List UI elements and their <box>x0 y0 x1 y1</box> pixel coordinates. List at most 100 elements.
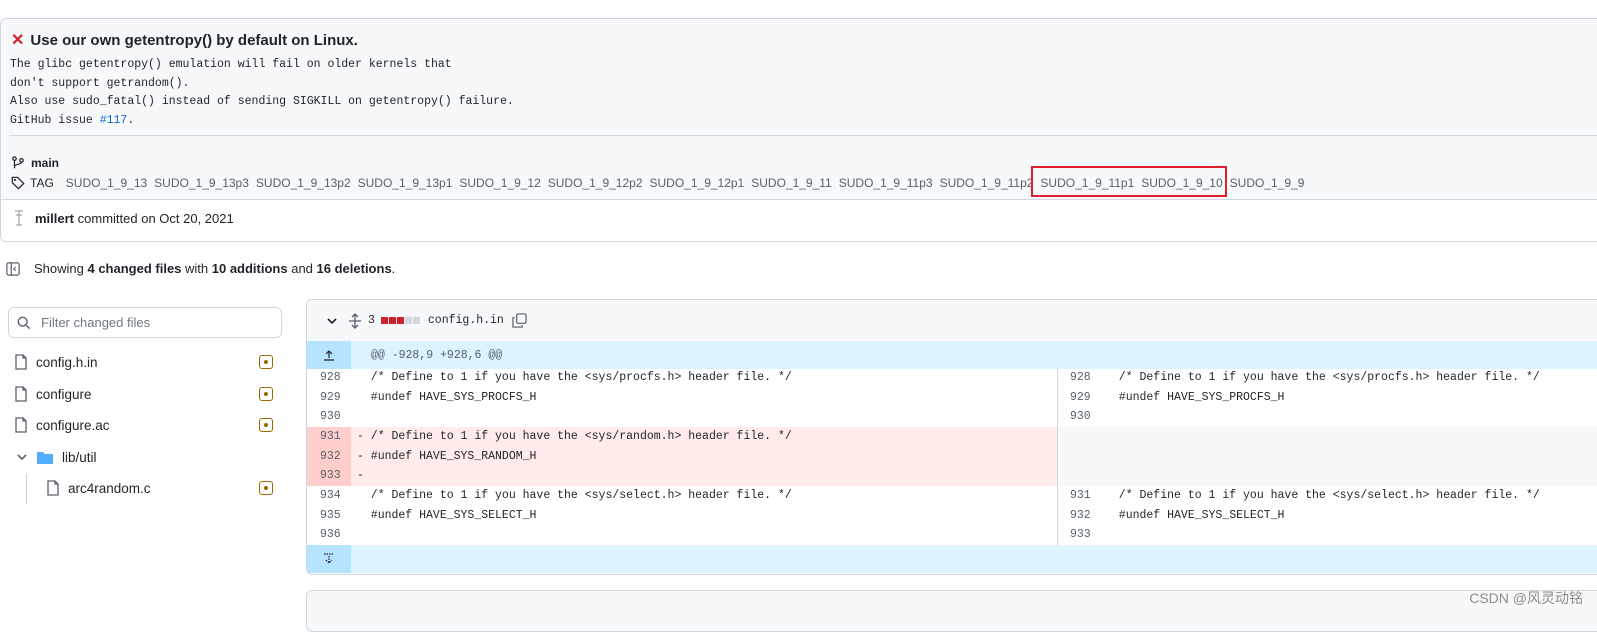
change-count: 3 <box>368 314 375 327</box>
right-line-number[interactable]: 928 <box>1070 368 1104 388</box>
branch-name[interactable]: main <box>31 156 59 170</box>
commit-header: ✕ Use our own getentropy() by default on… <box>1 19 1597 200</box>
message-line: Also use sudo_fatal() instead of sending… <box>10 95 514 109</box>
copy-icon[interactable] <box>512 313 527 328</box>
tag-link[interactable]: SUDO_1_9_13p3 <box>154 176 249 190</box>
hunk-footer-row <box>307 545 1597 573</box>
left-code: #undef HAVE_SYS_PROCFS_H <box>357 390 537 404</box>
avatar[interactable] <box>11 209 27 227</box>
tree-item-label: arc4random.c <box>68 480 151 496</box>
diff-row: 936 933 <box>307 525 1597 545</box>
message-line: don't support getrandom(). <box>10 76 190 90</box>
left-line-number[interactable]: 936 <box>320 525 354 545</box>
message-line: The glibc getentropy() emulation will fa… <box>10 58 452 71</box>
tree-indent-guide <box>26 474 27 504</box>
right-code: /* Define to 1 if you have the <sys/sele… <box>1105 489 1540 502</box>
right-line-number[interactable]: 930 <box>1070 407 1104 427</box>
right-code: #undef HAVE_SYS_PROCFS_H <box>1105 390 1285 404</box>
left-line-number[interactable]: 931 <box>320 427 354 447</box>
diffstat-block <box>396 317 404 324</box>
tag-link[interactable]: SUDO_1_9_11 <box>751 176 832 190</box>
left-line-number[interactable]: 934 <box>320 486 354 506</box>
right-line-number[interactable]: 932 <box>1070 506 1104 526</box>
commit-title: Use our own getentropy() by default on L… <box>30 31 358 49</box>
folder-icon <box>37 451 53 464</box>
left-line-number[interactable]: 933 <box>320 466 354 486</box>
left-line-number[interactable]: 930 <box>320 407 354 427</box>
commit-box: ✕ Use our own getentropy() by default on… <box>0 18 1597 242</box>
expand-up-button[interactable] <box>307 341 351 369</box>
tree-item-configure-ac[interactable]: configure.ac <box>14 415 110 435</box>
search-icon <box>17 316 31 329</box>
changed-files-count: 4 changed files <box>87 261 182 276</box>
deletions-count: 16 deletions <box>316 261 392 276</box>
diff-row: 928 /* Define to 1 if you have the <sys/… <box>307 368 1597 388</box>
diff-summary: Showing 4 changed files with 10 addition… <box>6 261 395 276</box>
expand-all-icon[interactable] <box>348 312 362 329</box>
tree-item-config-h-in[interactable]: config.h.in <box>14 352 98 372</box>
file-icon <box>15 386 27 402</box>
tree-item-arc4random-c[interactable]: arc4random.c <box>46 478 151 498</box>
diffstat-block <box>380 317 388 324</box>
hunk-header: @@ -928,9 +928,6 @@ <box>371 348 503 362</box>
file-modified-icon <box>259 387 273 401</box>
diff-row: 929 #undef HAVE_SYS_PROCFS_H 929 #undef … <box>307 388 1597 408</box>
left-code: /* Define to 1 if you have the <sys/sele… <box>357 489 792 502</box>
commit-message: The glibc getentropy() emulation will fa… <box>10 56 514 131</box>
tag-link[interactable]: SUDO_1_9_13p2 <box>256 176 351 190</box>
diff-row: 930 930 <box>307 407 1597 427</box>
diff-row-deleted: 932 - #undef HAVE_SYS_RANDOM_H <box>307 447 1597 467</box>
left-code: - /* Define to 1 if you have the <sys/ra… <box>357 430 792 443</box>
divider <box>9 135 1597 136</box>
author-name[interactable]: millert <box>35 211 74 226</box>
failed-status-icon[interactable]: ✕ <box>11 33 24 49</box>
expand-down-button[interactable] <box>307 545 351 573</box>
tree-item-configure[interactable]: configure <box>14 384 92 404</box>
hunk-header-row: @@ -928,9 +928,6 @@ <box>307 341 1597 369</box>
tag-link[interactable]: SUDO_1_9_12 <box>459 176 540 190</box>
tag-link[interactable]: SUDO_1_9_13p1 <box>358 176 453 190</box>
summary-prefix: Showing <box>34 261 88 276</box>
issue-link[interactable]: #117 <box>100 114 128 127</box>
diff-file-name[interactable]: config.h.in <box>428 314 504 327</box>
diffstat <box>380 317 420 324</box>
tag-link[interactable]: SUDO_1_9_12p1 <box>650 176 745 190</box>
right-line-number[interactable]: 929 <box>1070 388 1104 408</box>
right-line-number[interactable]: 933 <box>1070 525 1104 545</box>
filter-box[interactable] <box>8 307 282 338</box>
diffstat-block <box>404 317 412 324</box>
left-code: - <box>357 469 364 483</box>
collapse-chevron-icon[interactable] <box>326 315 338 327</box>
sidebar-toggle-icon[interactable] <box>6 261 20 276</box>
diff-row: 935 #undef HAVE_SYS_SELECT_H 932 #undef … <box>307 506 1597 526</box>
diffstat-block <box>412 317 420 324</box>
diff-row: 934 /* Define to 1 if you have the <sys/… <box>307 486 1597 506</box>
tag-link[interactable]: SUDO_1_9_13 <box>66 176 147 190</box>
left-code: /* Define to 1 if you have the <sys/proc… <box>357 371 792 384</box>
tag-label: TAG <box>30 176 54 190</box>
branch-row[interactable]: main <box>11 156 59 170</box>
file-modified-icon <box>259 355 273 369</box>
summary-mid: with <box>181 261 212 276</box>
expand-down-icon <box>324 553 334 564</box>
file-icon <box>47 480 59 496</box>
tree-item-label: configure.ac <box>36 417 110 433</box>
tag-link[interactable]: SUDO_1_9_9 <box>1230 176 1305 190</box>
next-diff-file-header <box>306 590 1597 632</box>
left-line-number[interactable]: 932 <box>320 447 354 467</box>
diff-file-config-h-in: 3 config.h.in @@ -928,9 +928,6 @@ 928 /*… <box>306 299 1597 575</box>
file-icon <box>15 354 27 370</box>
tag-link[interactable]: SUDO_1_9_11p3 <box>839 176 933 190</box>
file-modified-icon <box>259 481 273 495</box>
right-line-number[interactable]: 931 <box>1070 486 1104 506</box>
tag-link[interactable]: SUDO_1_9_12p2 <box>548 176 643 190</box>
tag-link[interactable]: SUDO_1_9_11p2 <box>940 176 1034 190</box>
git-branch-icon <box>12 156 24 169</box>
tree-item-lib-util[interactable]: lib/util <box>16 447 97 467</box>
left-line-number[interactable]: 928 <box>320 368 354 388</box>
left-line-number[interactable]: 935 <box>320 506 354 526</box>
left-line-number[interactable]: 929 <box>320 388 354 408</box>
issue-prefix: GitHub issue <box>10 114 100 128</box>
filter-changed-files-input[interactable] <box>39 314 263 331</box>
chevron-down-icon[interactable] <box>16 451 28 463</box>
